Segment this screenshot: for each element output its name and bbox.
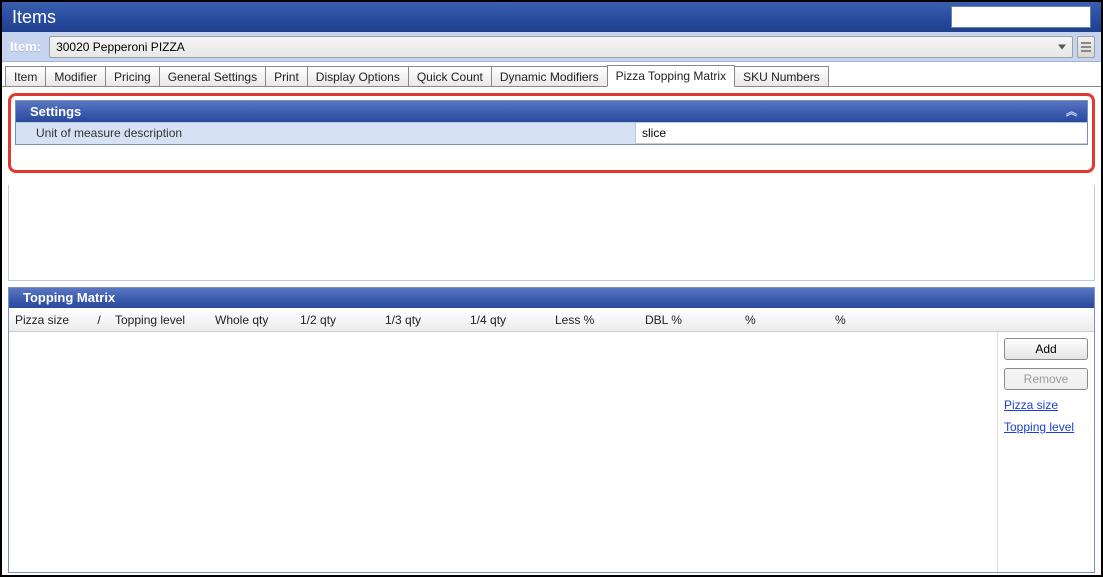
- tab-pizza-topping-matrix[interactable]: Pizza Topping Matrix: [607, 65, 736, 87]
- topping-header[interactable]: Topping Matrix: [9, 288, 1094, 308]
- matrix-grid[interactable]: [9, 332, 998, 572]
- tab-general-settings[interactable]: General Settings: [159, 66, 266, 86]
- settings-blank-area: [8, 185, 1095, 281]
- settings-row: Unit of measure description slice: [16, 122, 1087, 144]
- topping-matrix-panel: Topping Matrix Pizza size / Topping leve…: [8, 287, 1095, 573]
- window: Items Item: 30020 Pepperoni PIZZA Item M…: [0, 0, 1103, 577]
- tab-print[interactable]: Print: [265, 66, 308, 86]
- matrix-side: Add Remove Pizza size Topping level: [998, 332, 1094, 572]
- title-bar: Items: [2, 2, 1101, 32]
- pizza-size-link[interactable]: Pizza size: [1004, 398, 1088, 412]
- col-topping-level[interactable]: Topping level: [109, 313, 209, 327]
- col-dbl-pct[interactable]: DBL %: [639, 313, 739, 327]
- tab-content: Settings ︽ Unit of measure description s…: [2, 87, 1101, 185]
- settings-title: Settings: [30, 104, 1066, 119]
- uom-label: Unit of measure description: [16, 123, 636, 144]
- window-title: Items: [12, 7, 56, 28]
- col-pizza-size[interactable]: Pizza size: [9, 313, 89, 327]
- col-pct2[interactable]: %: [829, 313, 909, 327]
- col-third-qty[interactable]: 1/3 qty: [379, 313, 464, 327]
- uom-value[interactable]: slice: [636, 123, 1087, 144]
- settings-highlight: Settings ︽ Unit of measure description s…: [8, 93, 1095, 173]
- topping-level-link[interactable]: Topping level: [1004, 420, 1088, 434]
- col-pct1[interactable]: %: [739, 313, 829, 327]
- settings-panel: Settings ︽ Unit of measure description s…: [15, 100, 1088, 145]
- item-dropdown[interactable]: 30020 Pepperoni PIZZA: [49, 36, 1073, 58]
- tab-modifier[interactable]: Modifier: [45, 66, 106, 86]
- title-right-box[interactable]: [951, 6, 1091, 28]
- add-button[interactable]: Add: [1004, 338, 1088, 360]
- topping-columns: Pizza size / Topping level Whole qty 1/2…: [9, 308, 1094, 332]
- chevron-down-icon: [1058, 44, 1066, 49]
- settings-header[interactable]: Settings ︽: [16, 101, 1087, 122]
- tab-sku-numbers[interactable]: SKU Numbers: [734, 66, 829, 86]
- item-value: 30020 Pepperoni PIZZA: [56, 40, 185, 54]
- tab-quick-count[interactable]: Quick Count: [408, 66, 492, 86]
- col-slash: /: [89, 313, 109, 327]
- topping-title: Topping Matrix: [23, 290, 1084, 305]
- item-label: Item:: [8, 39, 49, 54]
- matrix-body: Add Remove Pizza size Topping level: [9, 332, 1094, 572]
- col-whole-qty[interactable]: Whole qty: [209, 313, 294, 327]
- item-row: Item: 30020 Pepperoni PIZZA: [2, 32, 1101, 62]
- col-quarter-qty[interactable]: 1/4 qty: [464, 313, 549, 327]
- grip-icon[interactable]: [1077, 36, 1095, 58]
- tab-strip: Item Modifier Pricing General Settings P…: [2, 62, 1101, 87]
- remove-button[interactable]: Remove: [1004, 368, 1088, 390]
- tab-item[interactable]: Item: [5, 66, 46, 86]
- tab-pricing[interactable]: Pricing: [105, 66, 160, 86]
- tab-dynamic-modifiers[interactable]: Dynamic Modifiers: [491, 66, 608, 86]
- col-less-pct[interactable]: Less %: [549, 313, 639, 327]
- col-half-qty[interactable]: 1/2 qty: [294, 313, 379, 327]
- collapse-icon[interactable]: ︽: [1066, 103, 1077, 119]
- tab-display-options[interactable]: Display Options: [307, 66, 409, 86]
